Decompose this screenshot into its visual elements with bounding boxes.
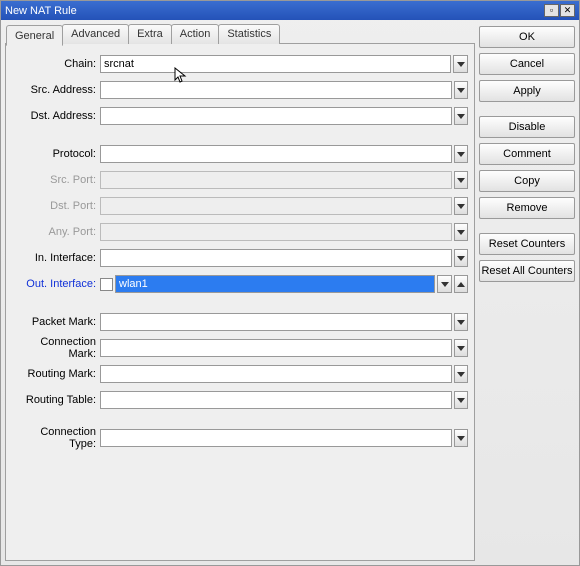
chevron-down-icon	[457, 436, 465, 441]
out-interface-field[interactable]: wlan1	[115, 275, 435, 293]
routing-mark-field[interactable]	[100, 365, 452, 383]
chevron-down-icon	[457, 230, 465, 235]
chevron-down-icon	[457, 346, 465, 351]
chevron-down-icon	[457, 372, 465, 377]
protocol-field[interactable]	[100, 145, 452, 163]
label-in-interface: In. Interface:	[12, 252, 100, 264]
chevron-down-icon	[457, 88, 465, 93]
minimize-icon: ▫	[550, 6, 553, 15]
routing-mark-expand[interactable]	[454, 365, 468, 383]
chevron-down-icon	[457, 320, 465, 325]
label-src-port: Src. Port:	[12, 174, 100, 186]
panel-general: Chain: srcnat Src. Address: Dst. Address…	[5, 43, 475, 561]
tab-extra[interactable]: Extra	[128, 24, 172, 44]
left-pane: General Advanced Extra Action Statistics…	[5, 24, 475, 561]
label-dst-address: Dst. Address:	[12, 110, 100, 122]
label-routing-table: Routing Table:	[12, 394, 100, 406]
out-interface-invert-checkbox[interactable]	[100, 278, 113, 291]
routing-table-field[interactable]	[100, 391, 452, 409]
src-port-expand[interactable]	[454, 171, 468, 189]
apply-button[interactable]: Apply	[479, 80, 575, 102]
disable-button[interactable]: Disable	[479, 116, 575, 138]
remove-button[interactable]: Remove	[479, 197, 575, 219]
chevron-down-icon	[457, 178, 465, 183]
out-interface-dropdown-button[interactable]	[437, 275, 452, 293]
close-button[interactable]: ✕	[560, 4, 575, 17]
reset-all-counters-button[interactable]: Reset All Counters	[479, 260, 575, 282]
dst-port-expand[interactable]	[454, 197, 468, 215]
label-connection-type: Connection Type:	[12, 426, 100, 450]
src-port-field	[100, 171, 452, 189]
tab-statistics[interactable]: Statistics	[218, 24, 280, 44]
ok-button[interactable]: OK	[479, 26, 575, 48]
any-port-expand[interactable]	[454, 223, 468, 241]
dialog-new-nat-rule: New NAT Rule ▫ ✕ General Advanced Extra …	[0, 0, 580, 566]
window-title: New NAT Rule	[5, 5, 544, 17]
label-any-port: Any. Port:	[12, 226, 100, 238]
chevron-down-icon	[457, 114, 465, 119]
copy-button[interactable]: Copy	[479, 170, 575, 192]
chevron-down-icon	[457, 152, 465, 157]
packet-mark-field[interactable]	[100, 313, 452, 331]
routing-table-expand[interactable]	[454, 391, 468, 409]
right-button-panel: OK Cancel Apply Disable Comment Copy Rem…	[479, 24, 575, 561]
tab-general[interactable]: General	[6, 25, 63, 46]
label-chain: Chain:	[12, 58, 100, 70]
label-out-interface: Out. Interface:	[12, 278, 100, 290]
chevron-down-icon	[457, 256, 465, 261]
chevron-down-icon	[457, 62, 465, 67]
dst-address-field[interactable]	[100, 107, 452, 125]
protocol-expand[interactable]	[454, 145, 468, 163]
chevron-down-icon	[457, 398, 465, 403]
connection-type-expand[interactable]	[454, 429, 468, 447]
chain-dropdown-button[interactable]	[453, 55, 468, 73]
tab-action[interactable]: Action	[171, 24, 220, 44]
chevron-up-icon	[457, 282, 465, 287]
tab-advanced[interactable]: Advanced	[62, 24, 129, 44]
cancel-button[interactable]: Cancel	[479, 53, 575, 75]
chevron-down-icon	[457, 204, 465, 209]
out-interface-collapse[interactable]	[454, 275, 468, 293]
minimize-button[interactable]: ▫	[544, 4, 559, 17]
dst-address-expand[interactable]	[454, 107, 468, 125]
connection-mark-field[interactable]	[100, 339, 452, 357]
label-dst-port: Dst. Port:	[12, 200, 100, 212]
label-routing-mark: Routing Mark:	[12, 368, 100, 380]
connection-mark-expand[interactable]	[454, 339, 468, 357]
label-protocol: Protocol:	[12, 148, 100, 160]
src-address-expand[interactable]	[454, 81, 468, 99]
comment-button[interactable]: Comment	[479, 143, 575, 165]
chain-field[interactable]: srcnat	[100, 55, 451, 73]
close-icon: ✕	[564, 6, 572, 15]
chevron-down-icon	[441, 282, 449, 287]
in-interface-field[interactable]	[100, 249, 452, 267]
titlebar: New NAT Rule ▫ ✕	[1, 1, 579, 20]
label-connection-mark: Connection Mark:	[12, 336, 100, 360]
any-port-field	[100, 223, 452, 241]
label-src-address: Src. Address:	[12, 84, 100, 96]
in-interface-expand[interactable]	[454, 249, 468, 267]
dst-port-field	[100, 197, 452, 215]
connection-type-field[interactable]	[100, 429, 452, 447]
src-address-field[interactable]	[100, 81, 452, 99]
packet-mark-expand[interactable]	[454, 313, 468, 331]
reset-counters-button[interactable]: Reset Counters	[479, 233, 575, 255]
label-packet-mark: Packet Mark:	[12, 316, 100, 328]
tab-bar: General Advanced Extra Action Statistics	[5, 24, 475, 44]
